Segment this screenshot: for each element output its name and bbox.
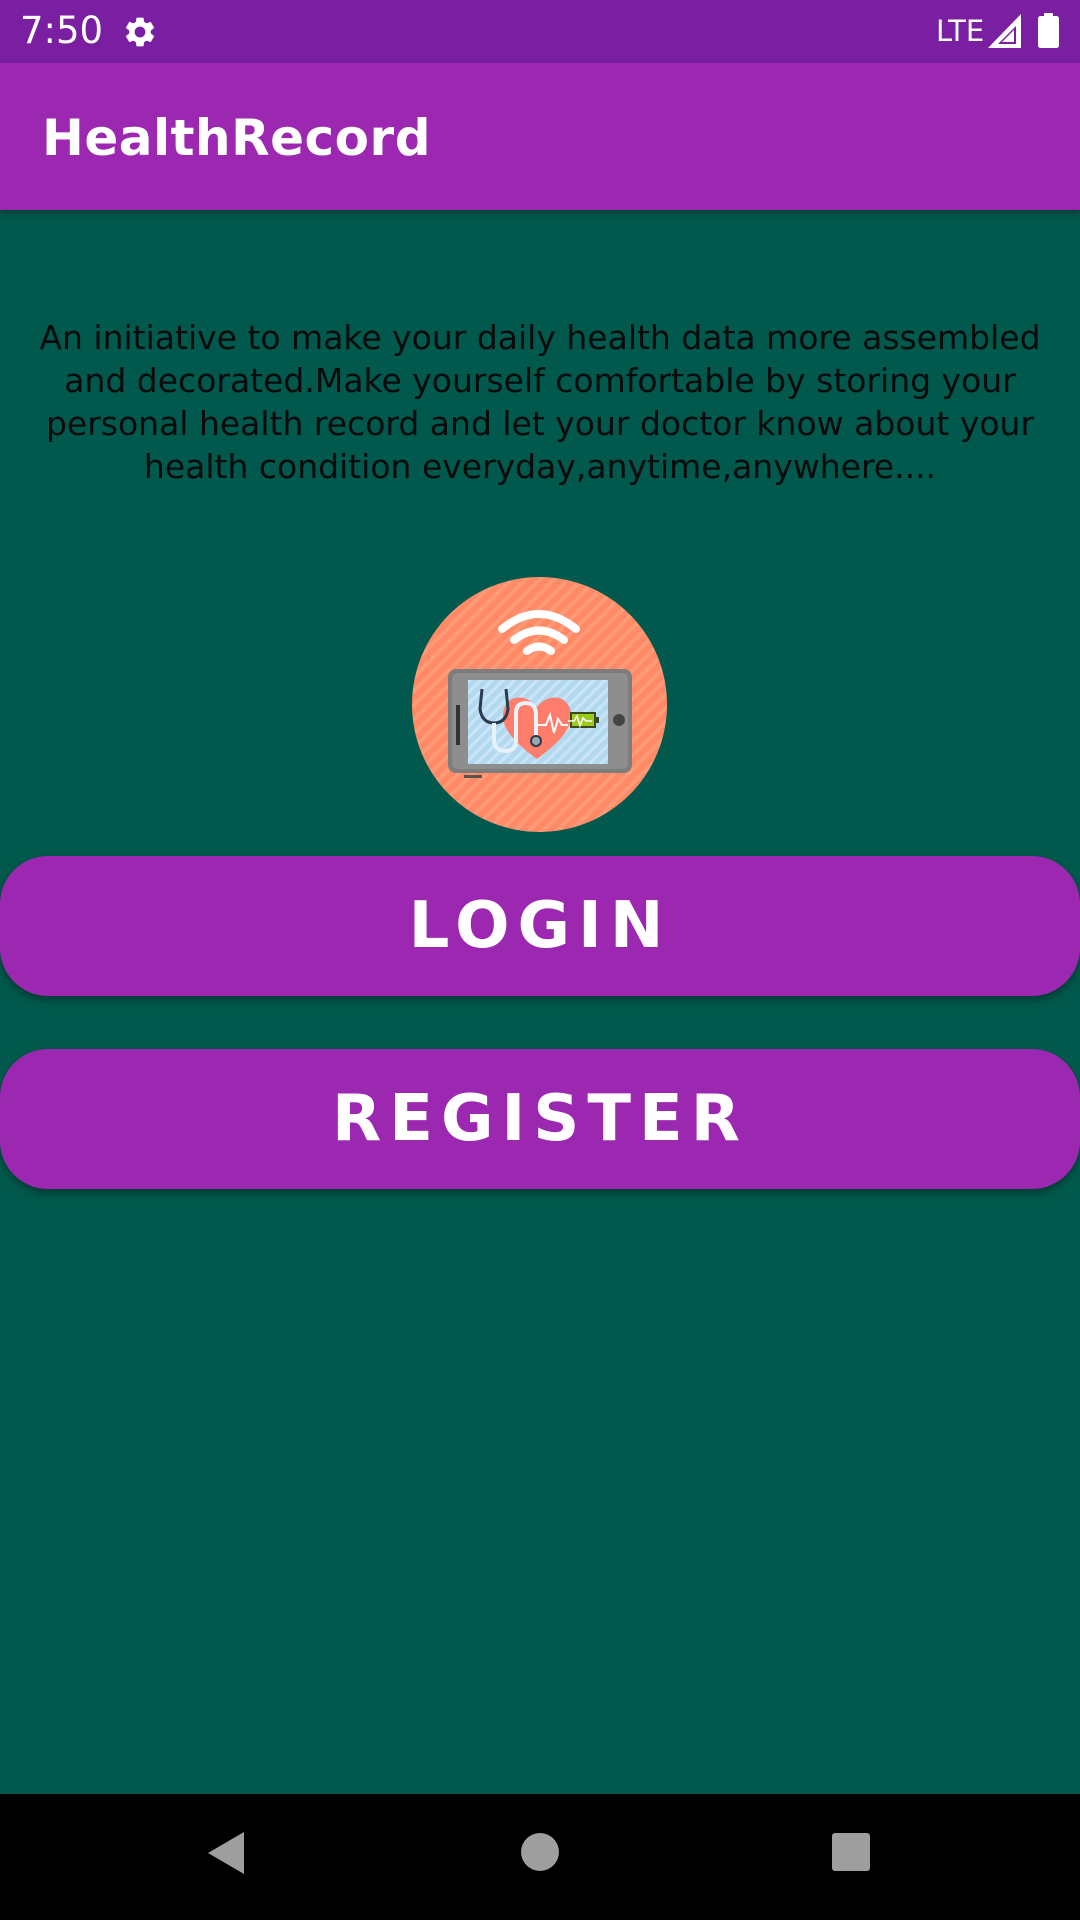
navigation-bar	[0, 1794, 1080, 1920]
status-time: 7:50	[20, 9, 104, 52]
home-icon[interactable]	[520, 1832, 560, 1872]
intro-text: An initiative to make your daily health …	[39, 318, 1041, 486]
register-button[interactable]: REGISTER	[0, 1049, 1080, 1189]
status-bar: 7:50 LTE	[0, 0, 1080, 63]
signal-icon	[988, 14, 1021, 48]
network-type: LTE	[936, 14, 985, 48]
gear-icon	[125, 17, 155, 47]
app-bar: HealthRecord	[0, 63, 1080, 210]
health-monitor-icon	[412, 577, 667, 832]
back-icon[interactable]	[206, 1830, 246, 1876]
app-title: HealthRecord	[42, 109, 431, 167]
login-button[interactable]: LOGIN	[0, 856, 1080, 996]
recents-icon[interactable]	[831, 1832, 871, 1872]
battery-icon	[1038, 13, 1059, 48]
